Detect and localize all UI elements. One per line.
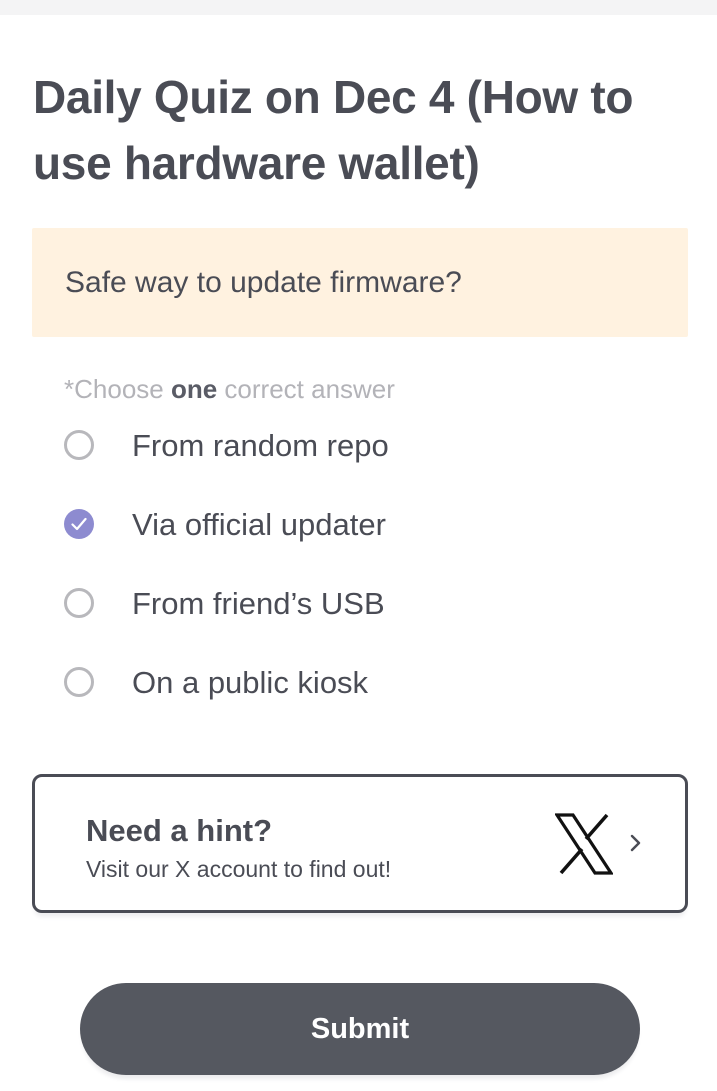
answer-option-label[interactable]: On a public kiosk [132, 663, 368, 703]
top-strip [0, 0, 717, 15]
answer-option-label[interactable]: Via official updater [132, 505, 386, 545]
answer-options: From random repo Via official updater Fr… [64, 420, 664, 736]
submit-button[interactable]: Submit [80, 983, 640, 1075]
radio-button[interactable] [64, 430, 94, 460]
radio-button[interactable] [64, 667, 94, 697]
instruction-emphasis: one [170, 374, 218, 404]
answer-option-label[interactable]: From random repo [132, 426, 389, 466]
instruction-prefix: *Choose [64, 374, 171, 404]
page-title: Daily Quiz on Dec 4 (How to use hardware… [33, 71, 634, 189]
answer-instruction: *Choose one correct answer [64, 372, 395, 406]
checkmark-icon [71, 517, 87, 531]
answer-option[interactable]: From random repo [64, 420, 664, 499]
x-logo-icon [555, 813, 613, 875]
chevron-right-icon [630, 834, 641, 852]
question-text: Safe way to update firmware? [65, 266, 462, 299]
instruction-suffix: correct answer [217, 374, 395, 404]
answer-option-label[interactable]: From friend’s USB [132, 584, 385, 624]
answer-option[interactable]: On a public kiosk [64, 657, 664, 736]
hint-card-link[interactable]: Need a hint? Visit our X account to find… [32, 774, 688, 913]
radio-button-selected[interactable] [64, 509, 94, 539]
hint-title: Need a hint? [86, 813, 273, 848]
hint-subtitle: Visit our X account to find out! [86, 856, 392, 882]
answer-option[interactable]: From friend’s USB [64, 578, 664, 657]
question-box: Safe way to update firmware? [32, 228, 688, 337]
answer-option[interactable]: Via official updater [64, 499, 664, 578]
radio-button[interactable] [64, 588, 94, 618]
